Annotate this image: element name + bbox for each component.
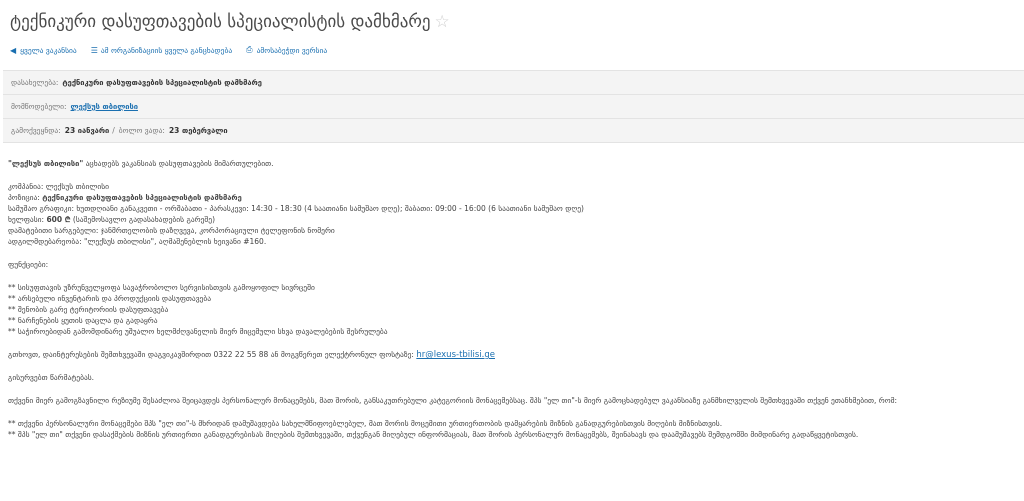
published-date: 23 იანვარი (64, 126, 110, 135)
schedule-label: სამუშაო გრაფიკი: (8, 204, 74, 213)
published-label: გამოქვეყნდა: (11, 126, 61, 135)
benefits-label: დამატებითი სარგებელი: (8, 226, 99, 235)
org-jobs-label: ამ ორგანიზაციის ყველა განცხადება (100, 45, 233, 55)
body-position-label: პოზიცია: (8, 193, 40, 202)
position-label: დასახელება: (11, 78, 59, 87)
job-posting-page: ტექნიკური დასუფთავების სპეციალისტის დამხ… (0, 0, 1024, 501)
employer-label: მომწოდებელი: (11, 102, 67, 111)
org-jobs-link[interactable]: ☰ ამ ორგანიზაციის ყველა განცხადება (91, 45, 232, 55)
all-jobs-link[interactable]: ◀ ყველა ვაკანსია (10, 45, 77, 55)
deadline-date: 23 თებერვალი (168, 126, 228, 135)
position-value: ტექნიკური დასუფთავების სპეციალისტის დამხ… (62, 78, 262, 87)
thanks-line: გისურვებთ წარმატებას. (8, 373, 95, 382)
page-title: ტექნიკური დასუფთავების სპეციალისტის დამხ… (10, 12, 431, 32)
duties-heading: ფუნქციები: (8, 260, 49, 269)
job-links-bar: ◀ ყველა ვაკანსია ☰ ამ ორგანიზაციის ყველა… (10, 45, 341, 55)
contact-text: გთხოვთ, დაინტერესების შემთხვევაში დაგვიკ… (8, 350, 414, 359)
list-icon: ☰ (90, 45, 98, 55)
job-description: "ლექსუს თბილისი" აცხადებს ვაკანსიას დასუ… (8, 158, 1018, 440)
intro-company: "ლექსუს თბილისი" (8, 159, 84, 168)
benefits-line: დამატებითი სარგებელი: ჯანმრთელობის დაზღვ… (8, 225, 1018, 236)
schedule-weekdays: ხუთდღიანი განაკვეთი - ორშაბათი - პარასკე… (76, 204, 249, 213)
address-label: ადგილმდებარეობა: (8, 237, 82, 246)
date-separator: / (112, 126, 115, 135)
company-value: ლექსუს თბილისი (45, 182, 110, 191)
email-link[interactable]: hr@lexus-tbilisi.ge (416, 350, 495, 360)
salary-line: ხელფასი: 600 ₾ (საშემოსავლო გადასახადები… (8, 214, 1018, 225)
schedule-saturday-note: (6 საათიანი სამუშაო დღე) (488, 204, 584, 213)
job-meta-table: დასახელება: ტექნიკური დასუფთავების სპეცი… (3, 70, 1024, 143)
duty-item: ** სისუფთავის უზრუნველყოფა სავაჭრობოლო ს… (8, 283, 315, 292)
deadline-label: ბოლო ვადა: (118, 126, 165, 135)
meta-row-employer: მომწოდებელი: ლექსუს თბილისი (3, 95, 1024, 119)
policy-item: ** შპს "ელ თი" თქვენი დასაქმების მიზნის … (8, 430, 859, 439)
address-number: #160. (243, 237, 267, 246)
body-position-value: ტექნიკური დასუფთავების სპეციალისტის დამხ… (42, 193, 242, 202)
all-jobs-label: ყველა ვაკანსია (20, 45, 77, 55)
salary-label: ხელფასი: (8, 215, 45, 224)
print-version-link[interactable]: ⎙ ამოსაბეჭდი ვერსია (246, 45, 327, 55)
schedule-weekday-note: (4 საათიანი სამუშაო დღე); შაბათი: (304, 204, 433, 213)
policy-text: თქვენი მიერ გამოგზავნილი რეზიუმე შესაძლო… (8, 396, 898, 405)
address-value: "ლექსუს თბილისი", აღმაშენებლის ხეივანი (84, 237, 241, 246)
salary-value: 600 ₾ (46, 215, 71, 224)
position-line: პოზიცია: ტექნიკური დასუფთავების სპეციალი… (8, 192, 1018, 203)
intro-text: აცხადებს ვაკანსიას დასუფთავების მიმართულ… (85, 159, 274, 168)
meta-row-position: დასახელება: ტექნიკური დასუფთავების სპეცი… (3, 71, 1024, 95)
meta-row-dates: გამოქვეყნდა: 23 იანვარი / ბოლო ვადა: 23 … (3, 119, 1024, 143)
benefits-value: ჯანმრთელობის დაზღვევა, კორპორაციული ტელე… (100, 226, 335, 235)
duty-item: ** ნარჩენების ყუთის დაცლა და გადაყრა (8, 316, 158, 325)
schedule-saturday-hours: 09:00 - 16:00 (435, 204, 486, 213)
duty-item: ** არსებული ინვენტარის და პროდუქციის დას… (8, 294, 212, 303)
favorite-star-icon[interactable]: ☆ (435, 12, 450, 32)
company-label: კომპანია: (8, 182, 44, 191)
duty-item: ** საჭიროებიდან გამომდინარე უშუალო ხელმძ… (8, 327, 388, 336)
company-line: კომპანია: ლექსუს თბილისი (8, 181, 1018, 192)
contact-line: გთხოვთ, დაინტერესების შემთხვევაში დაგვიკ… (8, 349, 1018, 360)
intro-line: "ლექსუს თბილისი" აცხადებს ვაკანსიას დასუ… (8, 158, 1018, 169)
employer-link[interactable]: ლექსუს თბილისი (71, 102, 138, 111)
schedule-weekday-hours: 14:30 - 18:30 (251, 204, 302, 213)
arrow-left-icon: ◀ (10, 45, 17, 55)
print-label: ამოსაბეჭდი ვერსია (256, 45, 328, 55)
duty-item: ** შენობის გარე ტერიტორიის დასუფთავება (8, 305, 169, 314)
title-row: ტექნიკური დასუფთავების სპეციალისტის დამხ… (10, 12, 450, 32)
schedule-line: სამუშაო გრაფიკი: ხუთდღიანი განაკვეთი - ო… (8, 203, 1018, 214)
policy-item: ** თქვენი პერსონალური მონაცემები შპს "ელ… (8, 419, 723, 428)
salary-note: (საშემოსავლო გადასახადების გარეშე) (72, 215, 216, 224)
address-line: ადგილმდებარეობა: "ლექსუს თბილისი", აღმაშ… (8, 236, 1018, 247)
printer-icon: ⎙ (246, 45, 253, 54)
